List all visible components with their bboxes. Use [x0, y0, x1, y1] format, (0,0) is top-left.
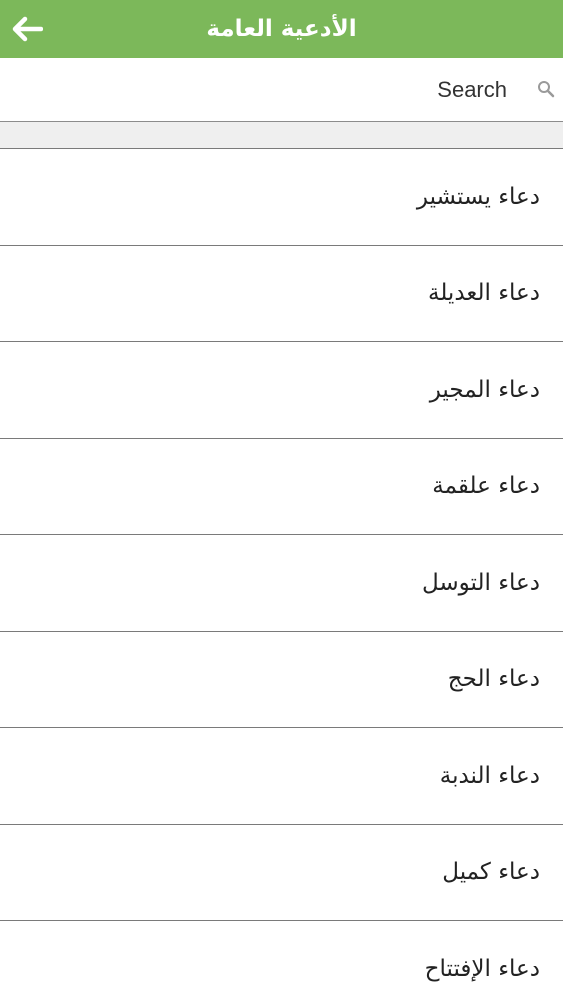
list-item-label: دعاء كميل	[442, 859, 540, 886]
list-item[interactable]: دعاء الندبة	[0, 728, 563, 825]
search-bar	[0, 58, 563, 122]
list-item-label: دعاء الإفتتاح	[424, 955, 540, 982]
list-item-label: دعاء الحج	[447, 666, 540, 693]
search-icon	[538, 81, 555, 98]
list-item[interactable]: دعاء علقمة	[0, 438, 563, 535]
back-button[interactable]	[10, 12, 44, 46]
list-item[interactable]: دعاء يستشير	[0, 149, 563, 246]
arrow-left-icon	[12, 16, 43, 42]
list-item[interactable]: دعاء كميل	[0, 824, 563, 921]
search-input[interactable]	[0, 58, 525, 121]
list-item-label: دعاء العديلة	[427, 280, 540, 307]
prayer-list: دعاء يستشير دعاء العديلة دعاء المجير دعا…	[0, 149, 563, 1000]
list-item[interactable]: دعاء التوسل	[0, 535, 563, 632]
list-item[interactable]: دعاء العديلة	[0, 245, 563, 342]
section-divider	[0, 122, 563, 149]
list-item[interactable]: دعاء الحج	[0, 631, 563, 728]
list-item-label: دعاء الندبة	[439, 762, 540, 789]
list-item-label: دعاء المجير	[429, 376, 540, 403]
app-header: الأدعية العامة	[0, 0, 563, 58]
page-title: الأدعية العامة	[206, 16, 357, 42]
list-item[interactable]: دعاء الإفتتاح	[0, 921, 563, 1000]
list-item-label: دعاء يستشير	[416, 183, 540, 210]
list-item[interactable]: دعاء المجير	[0, 342, 563, 439]
list-item-label: دعاء التوسل	[421, 569, 540, 596]
list-item-label: دعاء علقمة	[432, 473, 540, 500]
